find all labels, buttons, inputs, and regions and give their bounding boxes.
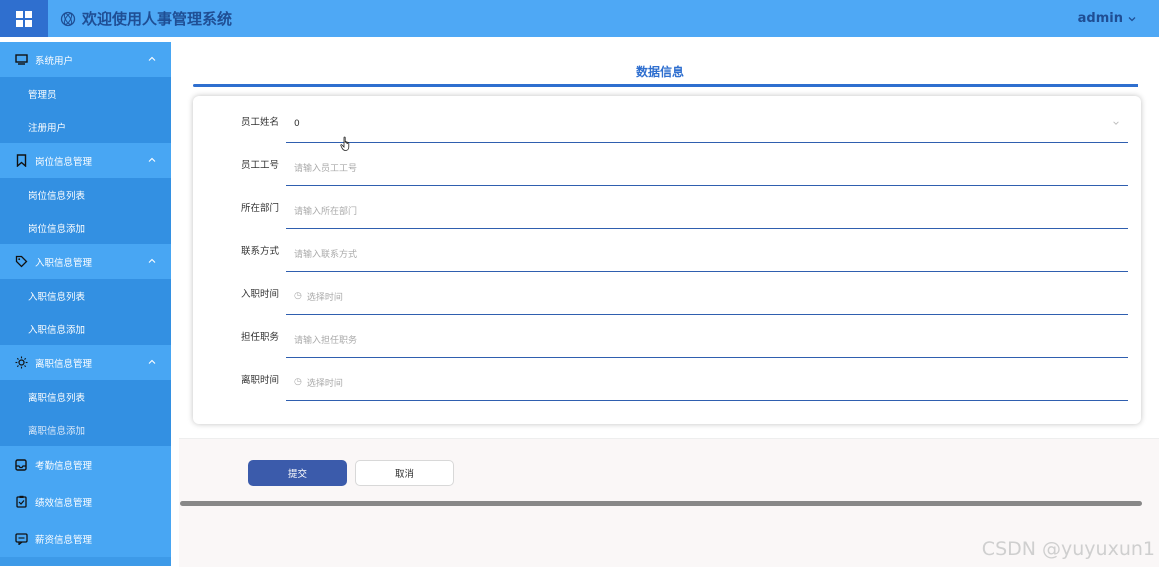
field-label: 离职时间 [240, 375, 279, 386]
chevron-up-icon [148, 359, 156, 364]
department-input[interactable]: 请输入所在部门 [286, 192, 1128, 229]
sun-icon [15, 356, 27, 369]
sidebar-group-label: 绩效信息管理 [35, 497, 93, 509]
field-label: 担任职务 [240, 332, 279, 343]
leave-date-placeholder: 选择时间 [306, 378, 343, 389]
menu-toggle-button[interactable] [0, 0, 48, 37]
user-name: admin [1077, 11, 1123, 26]
sidebar-group-positions[interactable]: 岗位信息管理 [0, 143, 171, 178]
sidebar-group-label: 系统用户 [35, 55, 74, 67]
sidebar-group-salary[interactable]: 薪资信息管理 [0, 520, 171, 557]
form-row-employee-id: 员工工号 请输入员工工号 [193, 144, 1141, 187]
sidebar-item-resignation-add[interactable]: 离职信息添加 [0, 413, 171, 446]
logo-icon [60, 11, 76, 26]
sidebar-group-label: 岗位信息管理 [35, 156, 93, 168]
bookmark-icon [16, 154, 26, 167]
sidebar-item-onboarding-add[interactable]: 入职信息添加 [0, 312, 171, 345]
sidebar-item-position-list[interactable]: 岗位信息列表 [0, 178, 171, 211]
clipboard-icon [15, 495, 27, 508]
brand: 欢迎使用人事管理系统 [60, 0, 232, 37]
form-row-position: 担任职务 请输入担任职务 [193, 316, 1141, 359]
inbox-icon [15, 458, 27, 471]
chevron-down-icon [1113, 121, 1119, 125]
grid-icon [16, 10, 32, 27]
form-card: 员工姓名 0 员工工号 请输入员工工号 所在部门 请输入所在部门 联系方式 请输… [193, 96, 1141, 424]
contact-input[interactable]: 请输入联系方式 [286, 235, 1128, 272]
hand-cursor-icon [340, 136, 350, 151]
sidebar-group-label: 入职信息管理 [35, 257, 93, 269]
chat-icon [14, 532, 28, 545]
field-label: 员工工号 [240, 160, 279, 171]
sidebar-group-performance[interactable]: 绩效信息管理 [0, 483, 171, 520]
sidebar-group-onboarding[interactable]: 入职信息管理 [0, 244, 171, 279]
main-content: 数据信息 员工姓名 0 员工工号 请输入员工工号 所在部门 请输入所在部门 联系… [171, 37, 1159, 567]
horizontal-scrollbar[interactable] [180, 501, 1142, 506]
watermark: CSDN @yuyuxun1 [981, 538, 1155, 560]
tab-underline [193, 84, 1138, 87]
sidebar-item-registered-users[interactable]: 注册用户 [0, 110, 171, 143]
sidebar-item-resignation-list[interactable]: 离职信息列表 [0, 380, 171, 413]
form-row-leave-date: 离职时间 ◷ 选择时间 [193, 359, 1141, 402]
chevron-up-icon [148, 258, 156, 263]
clock-icon: ◷ [294, 291, 302, 301]
app-title: 欢迎使用人事管理系统 [82, 10, 233, 28]
chevron-up-icon [148, 56, 156, 61]
form-row-employee-name: 员工姓名 0 [193, 101, 1141, 144]
employee-name-select[interactable]: 0 [286, 106, 1128, 143]
sidebar-group-system-users[interactable]: 系统用户 [0, 42, 171, 77]
sidebar-group-resignation[interactable]: 离职信息管理 [0, 345, 171, 380]
sidebar: 系统用户 管理员 注册用户 岗位信息管理 岗位信息列表 岗位信息添加 入职信息管… [0, 42, 171, 566]
sidebar-item-admin[interactable]: 管理员 [0, 77, 171, 110]
submit-button[interactable]: 提交 [248, 460, 347, 486]
leave-date-picker[interactable]: ◷ 选择时间 [286, 364, 1128, 401]
field-label: 联系方式 [240, 246, 279, 257]
form-row-contact: 联系方式 请输入联系方式 [193, 230, 1141, 273]
form-row-department: 所在部门 请输入所在部门 [193, 187, 1141, 230]
tab-data-info[interactable]: 数据信息 [193, 63, 1127, 81]
employee-name-value: 0 [294, 119, 300, 129]
field-label: 入职时间 [240, 289, 279, 300]
chevron-up-icon [148, 157, 156, 162]
sidebar-item-position-add[interactable]: 岗位信息添加 [0, 211, 171, 244]
tag-icon [15, 255, 27, 268]
chevron-down-icon [1128, 16, 1136, 21]
cancel-button[interactable]: 取消 [355, 460, 454, 486]
employee-id-input[interactable]: 请输入员工工号 [286, 149, 1128, 186]
sidebar-group-attendance[interactable]: 考勤信息管理 [0, 446, 171, 483]
clock-icon: ◷ [294, 377, 302, 387]
sidebar-item-onboarding-list[interactable]: 入职信息列表 [0, 279, 171, 312]
hire-date-picker[interactable]: ◷ 选择时间 [286, 278, 1128, 315]
top-header: 欢迎使用人事管理系统 admin [0, 0, 1159, 37]
user-menu[interactable]: admin [1078, 0, 1137, 37]
sidebar-group-label: 离职信息管理 [35, 358, 93, 370]
field-label: 员工姓名 [240, 117, 279, 128]
form-row-hire-date: 入职时间 ◷ 选择时间 [193, 273, 1141, 316]
hire-date-placeholder: 选择时间 [306, 292, 343, 303]
sidebar-group-label: 考勤信息管理 [35, 460, 93, 472]
field-label: 所在部门 [240, 203, 279, 214]
sidebar-group-label: 薪资信息管理 [35, 534, 93, 546]
monitor-icon [14, 54, 28, 65]
position-input[interactable]: 请输入担任职务 [286, 321, 1128, 358]
